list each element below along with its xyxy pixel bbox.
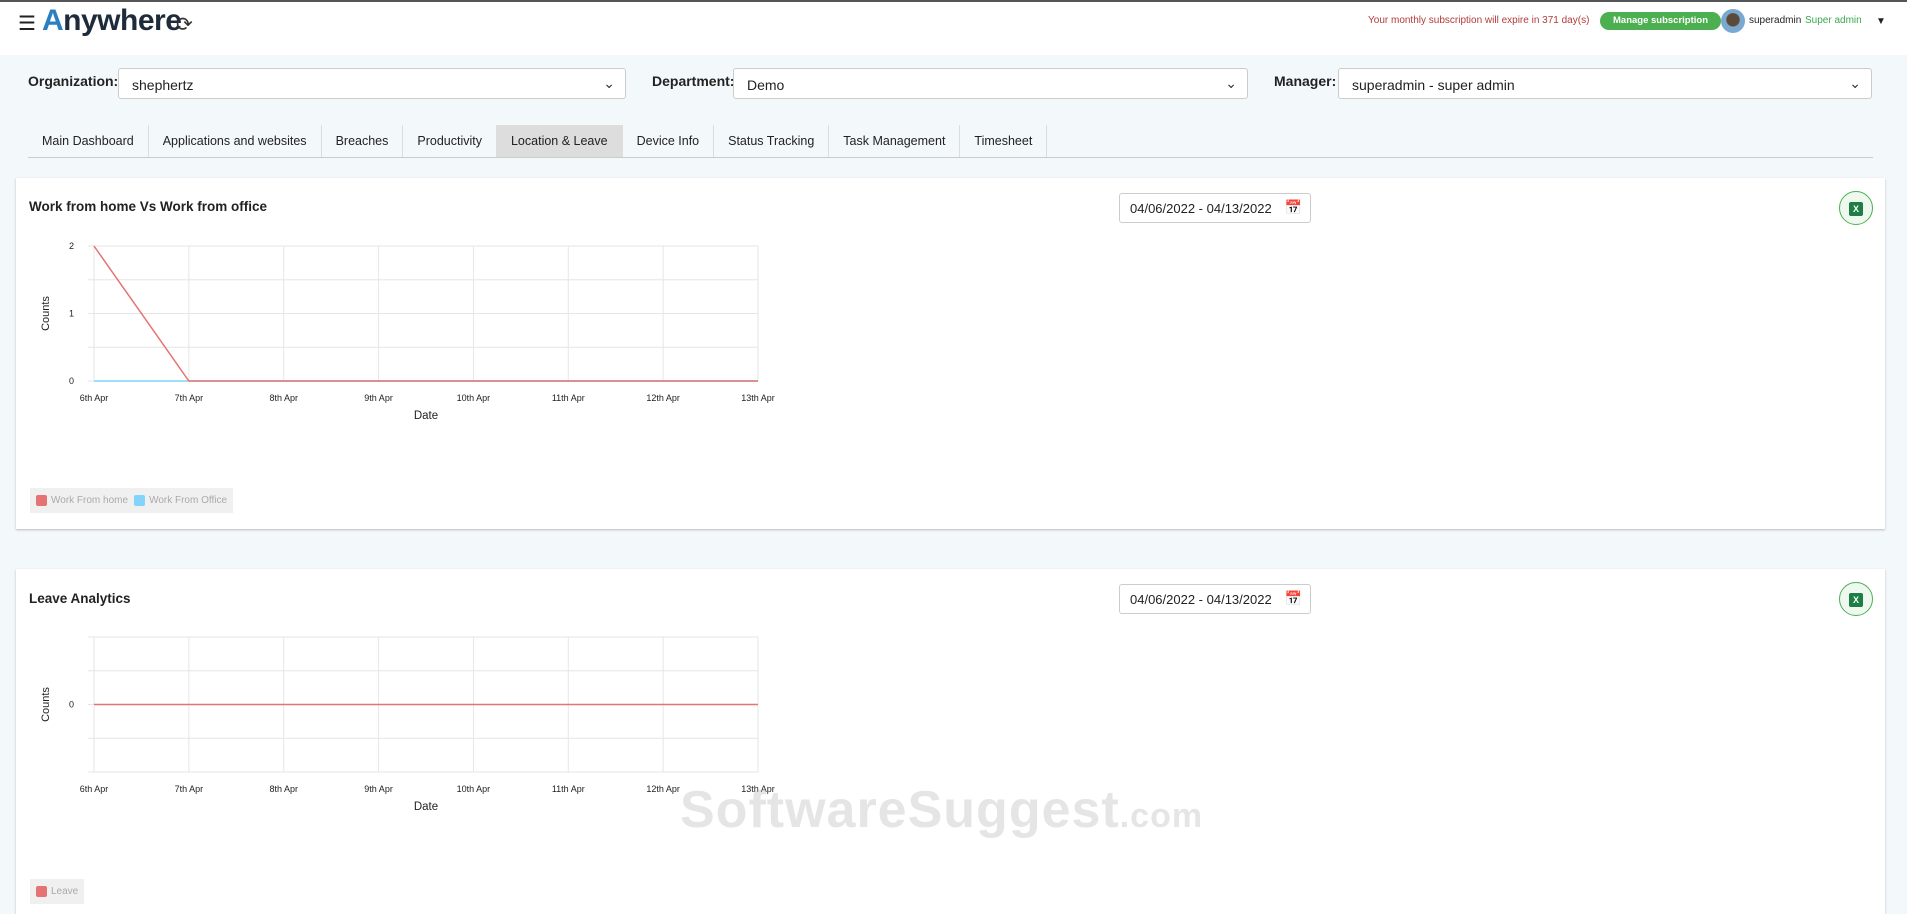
user-menu-caret-icon[interactable]: ▼ bbox=[1876, 16, 1886, 27]
watermark: SoftwareSuggest.com bbox=[680, 781, 1204, 839]
tab-main-dashboard[interactable]: Main Dashboard bbox=[28, 125, 149, 157]
organization-select[interactable]: shephertz ⌄ bbox=[118, 68, 626, 99]
date-range-value: 04/06/2022 - 04/13/2022 bbox=[1130, 201, 1272, 216]
date-range-input[interactable]: 04/06/2022 - 04/13/2022 📅 bbox=[1119, 584, 1311, 614]
y-axis-title: Counts bbox=[40, 687, 52, 722]
x-tick-label: 9th Apr bbox=[364, 784, 393, 794]
tab-task-management[interactable]: Task Management bbox=[829, 125, 961, 157]
x-tick-label: 11th Apr bbox=[552, 784, 585, 794]
x-axis-title: Date bbox=[414, 410, 438, 422]
department-select[interactable]: Demo ⌄ bbox=[733, 68, 1248, 99]
y-tick-label: 0 bbox=[69, 376, 74, 386]
department-value: Demo bbox=[747, 77, 785, 93]
x-tick-label: 9th Apr bbox=[364, 393, 393, 403]
manage-subscription-button[interactable]: Manage subscription bbox=[1600, 12, 1722, 30]
wfh-vs-wfo-card: Work from home Vs Work from office 04/06… bbox=[16, 178, 1885, 529]
tab-applications-websites[interactable]: Applications and websites bbox=[149, 125, 322, 157]
hamburger-menu-icon[interactable]: ☰ bbox=[18, 14, 36, 34]
x-tick-label: 12th Apr bbox=[646, 784, 680, 794]
dashboard-tabs: Main Dashboard Applications and websites… bbox=[28, 125, 1873, 158]
y-tick-label: 0 bbox=[69, 700, 74, 710]
username: superadmin bbox=[1749, 15, 1802, 26]
user-role: Super admin bbox=[1805, 15, 1862, 26]
tab-location-leave[interactable]: Location & Leave bbox=[496, 125, 623, 157]
legend-swatch bbox=[36, 885, 47, 897]
chart-legend: Leave bbox=[30, 879, 85, 904]
tab-productivity[interactable]: Productivity bbox=[403, 125, 497, 157]
date-range-input[interactable]: 04/06/2022 - 04/13/2022 📅 bbox=[1119, 193, 1311, 223]
chevron-down-icon: ⌄ bbox=[1225, 75, 1237, 91]
x-tick-label: 12th Apr bbox=[646, 393, 680, 403]
x-tick-label: 10th Apr bbox=[457, 393, 491, 403]
export-excel-button[interactable]: X bbox=[1839, 582, 1873, 616]
wfh-chart: 0 1 2 6th Apr 7th Apr 8th Apr 9th Apr 10th Apr 1… bbox=[40, 241, 775, 422]
excel-icon: X bbox=[1849, 593, 1863, 607]
refresh-icon[interactable]: ⟳ bbox=[176, 12, 193, 37]
legend-item-leave[interactable]: Leave bbox=[36, 885, 78, 897]
y-axis-title: Counts bbox=[40, 296, 52, 331]
x-tick-label: 6th Apr bbox=[80, 784, 109, 794]
chart-legend: Work From home Work From Office bbox=[30, 488, 234, 513]
export-excel-button[interactable]: X bbox=[1839, 191, 1873, 225]
tab-breaches[interactable]: Breaches bbox=[322, 125, 404, 157]
y-tick-label: 2 bbox=[69, 241, 74, 251]
x-tick-label: 11th Apr bbox=[552, 393, 585, 403]
x-tick-label: 7th Apr bbox=[175, 784, 204, 794]
x-tick-label: 10th Apr bbox=[457, 784, 491, 794]
organization-value: shephertz bbox=[132, 77, 194, 93]
tab-device-info[interactable]: Device Info bbox=[623, 125, 715, 157]
legend-swatch bbox=[36, 494, 47, 506]
chevron-down-icon: ⌄ bbox=[1849, 75, 1861, 91]
date-range-value: 04/06/2022 - 04/13/2022 bbox=[1130, 592, 1272, 607]
manager-label: Manager: bbox=[1274, 73, 1337, 89]
app-logo[interactable]: Anywhere bbox=[42, 4, 182, 38]
leave-analytics-card: Leave Analytics 04/06/2022 - 04/13/2022 📅… bbox=[16, 569, 1885, 914]
department-label: Department: bbox=[652, 73, 735, 89]
subscription-notice: Your monthly subscription will expire in… bbox=[1368, 15, 1590, 26]
tab-timesheet[interactable]: Timesheet bbox=[960, 125, 1048, 157]
chevron-down-icon: ⌄ bbox=[603, 75, 615, 91]
legend-item-work-from-home[interactable]: Work From home bbox=[36, 494, 128, 506]
x-tick-label: 7th Apr bbox=[175, 393, 204, 403]
legend-swatch bbox=[134, 494, 146, 506]
y-tick-label: 1 bbox=[69, 309, 74, 319]
calendar-icon[interactable]: 📅 bbox=[1285, 590, 1302, 607]
legend-item-work-from-office[interactable]: Work From Office bbox=[134, 494, 227, 506]
x-axis-title: Date bbox=[414, 801, 438, 813]
x-tick-label: 13th Apr bbox=[741, 393, 775, 403]
excel-icon: X bbox=[1849, 202, 1863, 216]
tab-status-tracking[interactable]: Status Tracking bbox=[714, 125, 830, 157]
manager-select[interactable]: superadmin - super admin ⌄ bbox=[1338, 68, 1872, 99]
avatar[interactable] bbox=[1721, 9, 1745, 33]
x-tick-label: 8th Apr bbox=[269, 393, 298, 403]
manager-value: superadmin - super admin bbox=[1352, 77, 1515, 93]
x-tick-label: 6th Apr bbox=[80, 393, 109, 403]
top-header: ☰ Anywhere ⟳ Your monthly subscription w… bbox=[0, 2, 1907, 55]
calendar-icon[interactable]: 📅 bbox=[1285, 199, 1302, 216]
x-tick-label: 8th Apr bbox=[269, 784, 298, 794]
organization-label: Organization: bbox=[28, 73, 119, 89]
